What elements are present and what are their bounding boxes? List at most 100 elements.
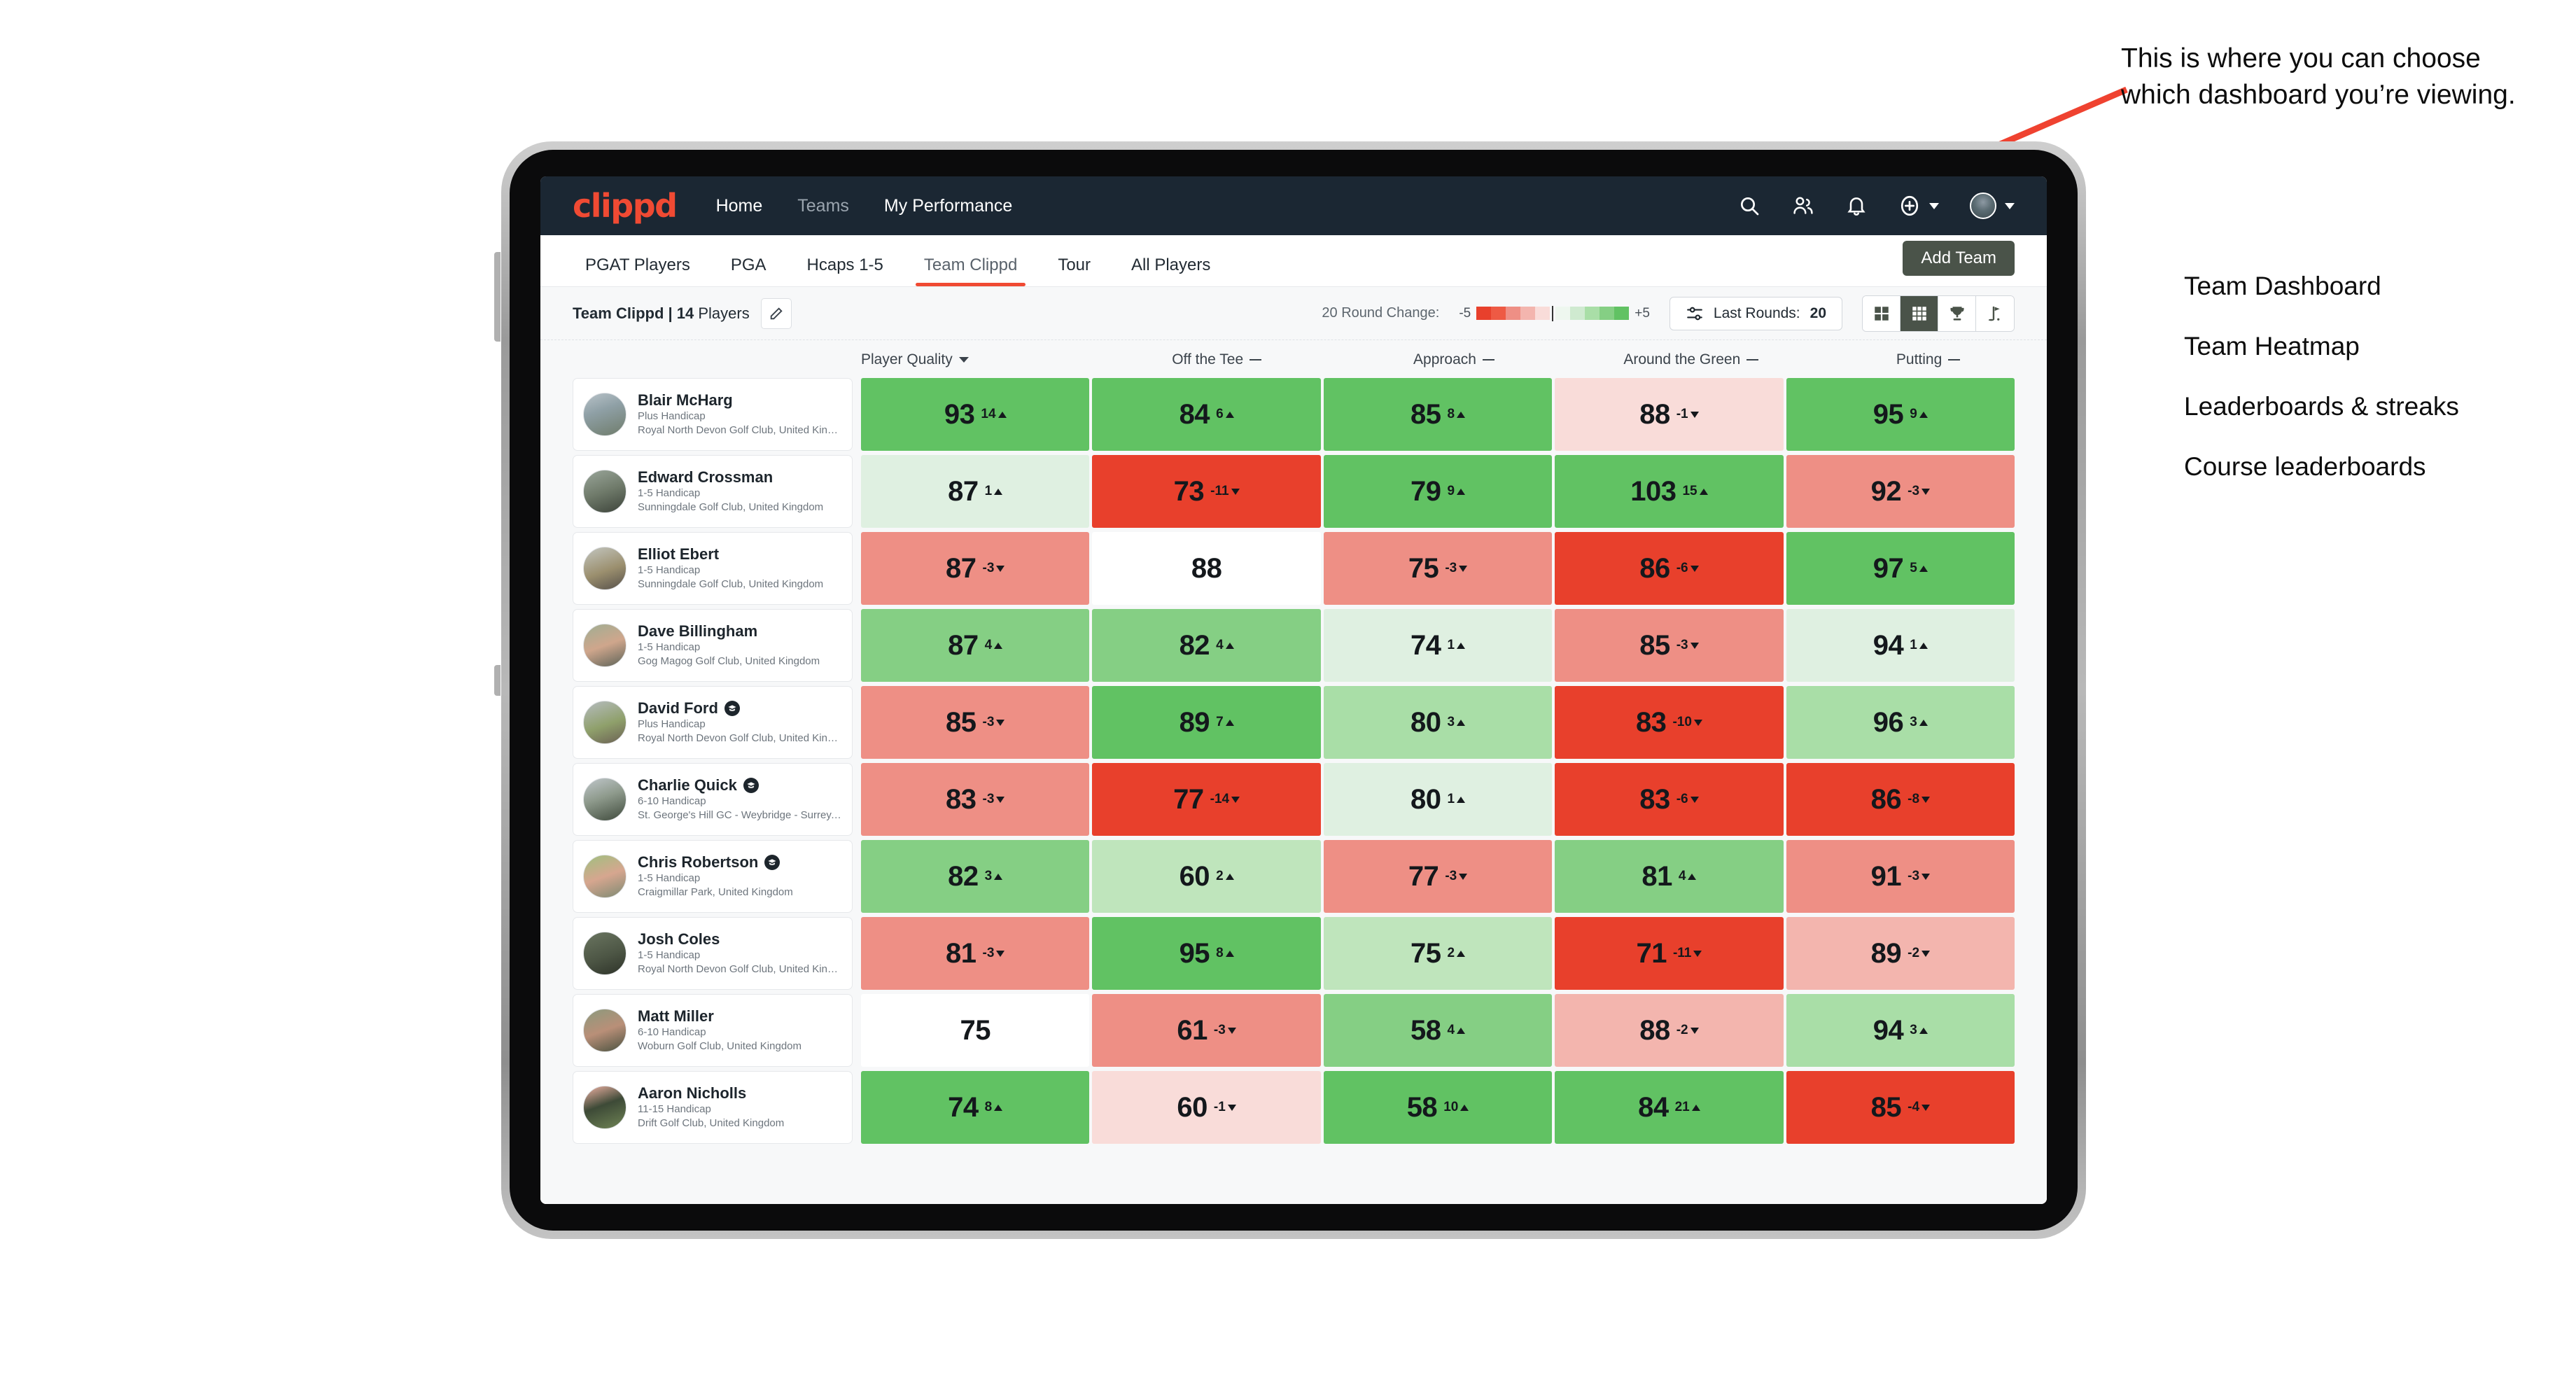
heatmap-cell[interactable]: 82 4 [1092,609,1321,682]
heatmap-cell[interactable]: 94 1 [1786,609,2015,682]
table-row[interactable]: Edward Crossman 1-5 Handicap Sunningdale G… [540,455,2047,528]
last-rounds-filter[interactable]: Last Rounds: 20 [1669,296,1842,330]
player-card[interactable]: David Ford Plus Handicap Royal North Devon… [573,686,853,759]
heatmap-cell[interactable]: 75 2 [1323,917,1553,990]
player-handicap: 1-5 Handicap [638,949,701,962]
heatmap-cell[interactable]: 77 -14 [1092,763,1321,836]
table-row[interactable]: Blair McHarg Plus Handicap Royal North Dev… [540,378,2047,451]
heatmap-cell[interactable]: 88 -2 [1555,994,1784,1067]
heatmap-cell[interactable]: 83 -3 [861,763,1090,836]
table-row[interactable]: Aaron Nicholls 11-15 Handicap Drift Golf C… [540,1071,2047,1144]
heatmap-cell[interactable]: 95 9 [1786,378,2015,451]
heatmap-cell[interactable]: 81 -3 [861,917,1090,990]
player-card[interactable]: Edward Crossman 1-5 Handicap Sunningdale G… [573,455,853,528]
table-row[interactable]: Chris Robertson 1-5 Handicap Craigmillar P… [540,840,2047,913]
column-header-around-the-green[interactable]: Around the Green [1572,351,1809,368]
heatmap-cell[interactable]: 97 5 [1786,532,2015,605]
heatmap-cell[interactable]: 79 9 [1323,455,1553,528]
player-card[interactable]: Elliot Ebert 1-5 Handicap Sunningdale Golf… [573,532,853,605]
heatmap-cell[interactable]: 85 -4 [1786,1071,2015,1144]
search-icon[interactable] [1738,195,1760,217]
heatmap-cell[interactable]: 103 15 [1555,455,1784,528]
heatmap-cell[interactable]: 92 -3 [1786,455,2015,528]
column-header-off-the-tee[interactable]: Off the Tee [1098,351,1336,368]
heatmap-cell[interactable]: 95 8 [1092,917,1321,990]
heatmap-cell[interactable]: 60 2 [1092,840,1321,913]
heatmap-cell[interactable]: 87 4 [861,609,1090,682]
tab-tour[interactable]: Tour [1045,255,1103,286]
view-toggle-team-heatmap[interactable] [1900,295,1938,331]
heatmap-cell[interactable]: 74 1 [1323,609,1553,682]
table-row[interactable]: Matt Miller 6-10 Handicap Woburn Golf Club… [540,994,2047,1067]
heatmap-cell[interactable]: 80 1 [1323,763,1553,836]
heatmap-cell[interactable]: 83 -6 [1555,763,1784,836]
view-toggle-course-leaderboards[interactable] [1976,295,2014,331]
heatmap-cell[interactable]: 75 -3 [1323,532,1553,605]
add-menu[interactable] [1898,194,1939,218]
heatmap-cell[interactable]: 58 10 [1323,1071,1553,1144]
player-card[interactable]: Chris Robertson 1-5 Handicap Craigmillar P… [573,840,853,913]
heatmap-cell[interactable]: 83 -10 [1555,686,1784,759]
heatmap-cell[interactable]: 94 3 [1786,994,2015,1067]
people-icon[interactable] [1791,195,1815,217]
player-card[interactable]: Matt Miller 6-10 Handicap Woburn Golf Club… [573,994,853,1067]
heatmap-cell[interactable]: 82 3 [861,840,1090,913]
column-header-player-quality[interactable]: Player Quality [861,351,1098,368]
heatmap-cell[interactable]: 93 14 [861,378,1090,451]
column-header-approach[interactable]: Approach [1336,351,1573,368]
heatmap-cell[interactable]: 85 -3 [1555,609,1784,682]
table-row[interactable]: Josh Coles 1-5 Handicap Royal North Devon … [540,917,2047,990]
tab-all-players[interactable]: All Players [1119,255,1223,286]
heatmap-cell[interactable]: 71 -11 [1555,917,1784,990]
add-team-button[interactable]: Add Team [1903,241,2015,276]
nav-item-home[interactable]: Home [716,196,763,216]
heatmap-cell[interactable]: 77 -3 [1323,840,1553,913]
tab-hcaps-1-5[interactable]: Hcaps 1-5 [794,255,896,286]
table-row[interactable]: Elliot Ebert 1-5 Handicap Sunningdale Golf… [540,532,2047,605]
heatmap-cell[interactable]: 60 -1 [1092,1071,1321,1144]
view-toggle-team-dashboard[interactable] [1863,295,1900,331]
tab-pgat-players[interactable]: PGAT Players [573,255,703,286]
heatmap-cell[interactable]: 84 6 [1092,378,1321,451]
player-card[interactable]: Blair McHarg Plus Handicap Royal North Dev… [573,378,853,451]
player-card[interactable]: Charlie Quick 6-10 Handicap St. George's H… [573,763,853,836]
heatmap-cell[interactable]: 88 -1 [1555,378,1784,451]
heatmap-cell[interactable]: 75 [861,994,1090,1067]
tab-team-clippd[interactable]: Team Clippd [911,255,1030,286]
player-card[interactable]: Josh Coles 1-5 Handicap Royal North Devon … [573,917,853,990]
heatmap-cell[interactable]: 58 4 [1323,994,1553,1067]
table-row[interactable]: Charlie Quick 6-10 Handicap St. George's H… [540,763,2047,836]
heatmap-cell[interactable]: 88 [1092,532,1321,605]
heatmap-cell[interactable]: 91 -3 [1786,840,2015,913]
heatmap-cell[interactable]: 81 4 [1555,840,1784,913]
heatmap-cell[interactable]: 89 -2 [1786,917,2015,990]
heatmap-cell[interactable]: 89 7 [1092,686,1321,759]
heatmap-cell[interactable]: 86 -8 [1786,763,2015,836]
heatmap-cell[interactable]: 87 1 [861,455,1090,528]
bell-icon[interactable] [1846,195,1867,217]
heatmap-cell[interactable]: 74 8 [861,1071,1090,1144]
nav-item-my-performance[interactable]: My Performance [884,196,1012,216]
table-row[interactable]: Dave Billingham 1-5 Handicap Gog Magog Gol… [540,609,2047,682]
view-toggle-leaderboards-streaks[interactable] [1938,295,1976,331]
player-card[interactable]: Dave Billingham 1-5 Handicap Gog Magog Gol… [573,609,853,682]
nav-item-teams[interactable]: Teams [797,196,849,216]
heatmap-cell[interactable]: 80 3 [1323,686,1553,759]
tab-pga[interactable]: PGA [718,255,779,286]
clippd-logo[interactable]: clippd [573,190,678,222]
heatmap-cell[interactable]: 96 3 [1786,686,2015,759]
heatmap-cell[interactable]: 87 -3 [861,532,1090,605]
heatmap-cell[interactable]: 84 21 [1555,1071,1784,1144]
player-card[interactable]: Aaron Nicholls 11-15 Handicap Drift Golf C… [573,1071,853,1144]
edit-team-button[interactable] [760,298,792,329]
heatmap-cell[interactable]: 85 8 [1323,378,1553,451]
heatmap-cell[interactable]: 85 -3 [861,686,1090,759]
heatmap-cell[interactable]: 86 -6 [1555,532,1784,605]
cell-value: 80 [1410,706,1441,738]
table-row[interactable]: David Ford Plus Handicap Royal North Devon… [540,686,2047,759]
user-menu[interactable] [1970,192,2015,219]
heatmap-cell[interactable]: 73 -11 [1092,455,1321,528]
annotation-item-course-leaderboards: Course leaderboards [2184,452,2426,481]
heatmap-cell[interactable]: 61 -3 [1092,994,1321,1067]
column-header-putting[interactable]: Putting [1809,351,2047,368]
